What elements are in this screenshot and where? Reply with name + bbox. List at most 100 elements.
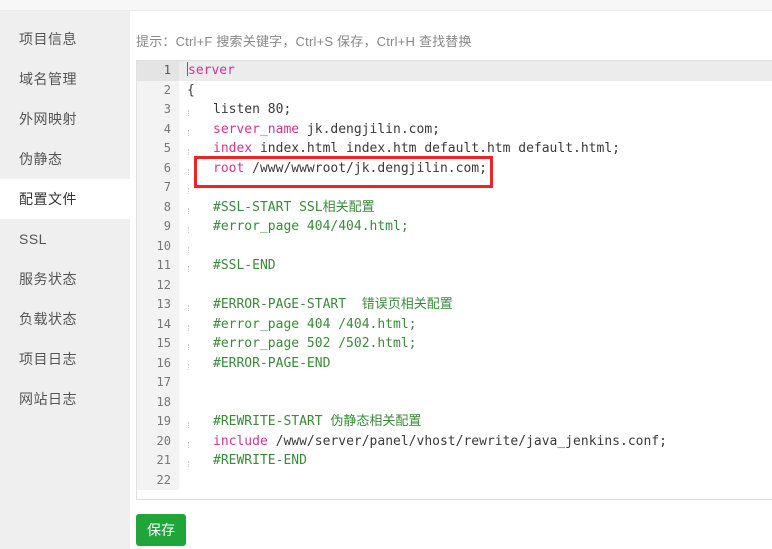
code-line[interactable]: 22 — [137, 470, 772, 491]
code-line-content[interactable]: #SSL-START SSL相关配置 — [179, 198, 772, 218]
code-area[interactable]: 1 server 2{3 listen 80; 4 server_name jk.deng… — [137, 61, 772, 490]
line-number: 15 — [137, 334, 179, 354]
code-line-content[interactable]: #error_page 502 /502.html; — [179, 334, 772, 354]
shortcut-hint: 提示：Ctrl+F 搜索关键字，Ctrl+S 保存，Ctrl+H 查找替换 — [136, 34, 472, 49]
sidebar-item-label: 服务状态 — [19, 271, 77, 287]
code-editor[interactable]: 1 server 2{3 listen 80; 4 server_name jk.deng… — [136, 60, 772, 500]
code-line[interactable]: 19 #REWRITE-START 伪静态相关配置 — [137, 412, 772, 432]
code-line[interactable]: 1 server — [137, 61, 772, 81]
code-line[interactable]: 3 listen 80; — [137, 100, 772, 120]
code-token: #error_page 404 /404.html; — [213, 316, 417, 332]
code-token: include — [213, 433, 268, 449]
line-number: 4 — [137, 119, 179, 139]
code-token: #REWRITE-START 伪静态相关配置 — [213, 414, 422, 429]
line-number: 2 — [137, 80, 179, 100]
code-line[interactable]: 20 include /www/server/panel/vhost/rewrit… — [137, 431, 772, 452]
sidebar-item-label: 项目信息 — [19, 31, 77, 47]
code-line-content[interactable] — [179, 178, 772, 198]
line-number: 21 — [137, 451, 179, 471]
sidebar-item-label: 配置文件 — [19, 191, 77, 207]
code-line[interactable]: 4 server_name jk.dengjilin.com; — [137, 119, 772, 140]
save-button[interactable]: 保存 — [136, 514, 186, 546]
sidebar-item-label: 项目日志 — [19, 351, 77, 367]
line-number: 6 — [137, 158, 179, 178]
line-number: 22 — [137, 470, 179, 490]
sidebar-item-label: 网站日志 — [19, 391, 77, 407]
code-token: listen 80; — [213, 102, 292, 117]
code-line-content[interactable] — [179, 276, 772, 296]
code-line-content[interactable]: #REWRITE-START 伪静态相关配置 — [179, 412, 772, 432]
code-token: server — [188, 63, 235, 78]
code-line[interactable]: 8 #SSL-START SSL相关配置 — [137, 197, 772, 218]
sidebar-item-7[interactable]: 服务状态 — [0, 259, 130, 299]
sidebar-item-3[interactable]: 外网映射 — [0, 99, 130, 139]
code-token: #ERROR-PAGE-START 错误页相关配置 — [213, 297, 453, 312]
code-token: #SSL-END — [213, 258, 276, 273]
code-line-content[interactable] — [179, 373, 772, 393]
config-file-page: 项目信息域名管理外网映射伪静态配置文件 SSL 服务状态负载状态项目日志网站日志 提… — [0, 0, 772, 549]
sidebar-item-4[interactable]: 伪静态 — [0, 139, 130, 179]
code-line[interactable]: 2{ — [137, 80, 772, 101]
line-number: 3 — [137, 100, 179, 120]
line-number: 5 — [137, 139, 179, 159]
code-line-content[interactable]: server_name jk.dengjilin.com; — [179, 120, 772, 140]
code-line-content[interactable] — [179, 237, 772, 257]
code-token: root — [213, 160, 245, 176]
code-line[interactable]: 5 index index.html index.htm default.htm … — [137, 139, 772, 159]
code-line[interactable]: 11 #SSL-END — [137, 256, 772, 276]
code-line-content[interactable]: index index.html index.htm default.htm d… — [179, 139, 772, 159]
sidebar-item-5[interactable]: 配置文件 — [0, 179, 130, 219]
code-line-content[interactable]: #ERROR-PAGE-END — [179, 354, 772, 374]
code-line-content[interactable]: #error_page 404 /404.html; — [179, 315, 772, 335]
line-number: 11 — [137, 256, 179, 276]
code-token: #error_page 404/404.html; — [213, 219, 409, 234]
code-token: #REWRITE-END — [213, 453, 307, 468]
sidebar-item-10[interactable]: 网站日志 — [0, 379, 130, 419]
sidebar-item-9[interactable]: 项目日志 — [0, 339, 130, 379]
line-number: 1 — [137, 61, 179, 81]
code-line[interactable]: 13 #ERROR-PAGE-START 错误页相关配置 — [137, 295, 772, 315]
code-token: /www/wwwroot/jk.dengjilin.com; — [244, 160, 487, 176]
code-line[interactable]: 21 #REWRITE-END — [137, 451, 772, 471]
code-line-content[interactable]: listen 80; — [179, 100, 772, 120]
top-bar — [0, 0, 772, 11]
code-token: { — [187, 82, 195, 98]
sidebar-item-8[interactable]: 负载状态 — [0, 299, 130, 339]
code-line-content[interactable]: #error_page 404/404.html; — [179, 217, 772, 237]
code-line-content[interactable]: include /www/server/panel/vhost/rewrite/… — [179, 432, 772, 452]
sidebar-item-label: 负载状态 — [19, 311, 77, 327]
code-line[interactable]: 7 — [137, 178, 772, 198]
code-line[interactable]: 14 #error_page 404 /404.html; — [137, 314, 772, 335]
code-line[interactable]: 10 — [137, 236, 772, 257]
line-number: 20 — [137, 431, 179, 451]
sidebar-item-label: SSL — [19, 231, 47, 247]
code-line-content[interactable]: #ERROR-PAGE-START 错误页相关配置 — [179, 295, 772, 315]
sidebar-item-6[interactable]: SSL — [0, 219, 130, 259]
code-line-content[interactable]: { — [179, 81, 772, 101]
code-line-content[interactable] — [179, 393, 772, 413]
code-line-content[interactable]: #REWRITE-END — [179, 451, 772, 471]
code-line-content[interactable]: server — [179, 61, 772, 81]
code-line[interactable]: 9 #error_page 404/404.html; — [137, 217, 772, 237]
code-line[interactable]: 12 — [137, 275, 772, 296]
line-number: 7 — [137, 178, 179, 198]
line-number: 10 — [137, 236, 179, 256]
line-number: 8 — [137, 197, 179, 217]
code-token: server_name — [213, 121, 300, 137]
line-number: 18 — [137, 392, 179, 412]
code-line[interactable]: 15 #error_page 502 /502.html; — [137, 334, 772, 354]
sidebar-item-label: 伪静态 — [19, 151, 63, 167]
code-line[interactable]: 6 root /www/wwwroot/jk.dengjilin.com; — [137, 158, 772, 179]
code-line[interactable]: 16 #ERROR-PAGE-END — [137, 353, 772, 374]
code-token: /www/server/panel/vhost/rewrite/java_jen… — [267, 433, 667, 449]
line-number: 9 — [137, 217, 179, 237]
code-line-content[interactable]: root /www/wwwroot/jk.dengjilin.com; — [179, 159, 772, 179]
code-line[interactable]: 17 — [137, 373, 772, 393]
sidebar-item-2[interactable]: 域名管理 — [0, 59, 130, 99]
body-row: 项目信息域名管理外网映射伪静态配置文件 SSL 服务状态负载状态项目日志网站日志 提… — [0, 11, 772, 549]
code-line-content[interactable] — [179, 471, 772, 491]
sidebar-item-label: 外网映射 — [19, 111, 77, 127]
code-line[interactable]: 18 — [137, 392, 772, 413]
sidebar-item-1[interactable]: 项目信息 — [0, 19, 130, 59]
code-line-content[interactable]: #SSL-END — [179, 256, 772, 276]
